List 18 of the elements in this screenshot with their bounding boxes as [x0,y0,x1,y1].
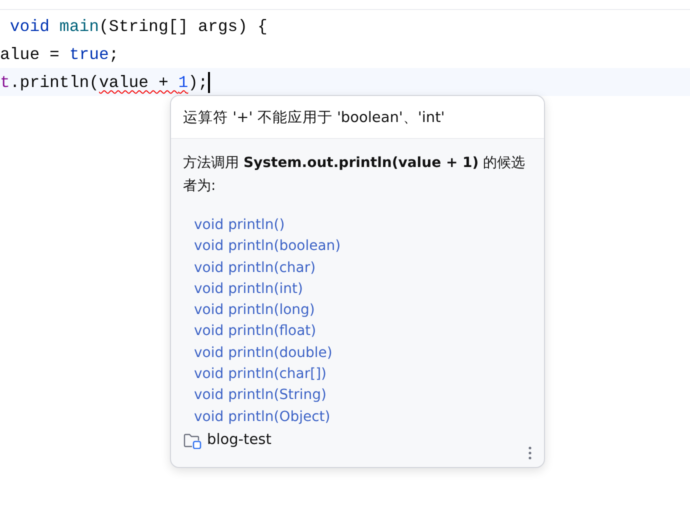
candidate-link[interactable]: void println(Object) [183,406,330,428]
code-line: void main(String[] args) { [8,16,268,36]
candidates-description: 方法调用 System.out.println(value + 1) 的候选者为: [183,154,526,196]
module-folder-icon [183,432,202,449]
error-message: 运算符 '+' 不能应用于 'boolean'、'int' [171,96,544,139]
candidate-link[interactable]: void println(double) [183,342,332,364]
more-options-icon[interactable] [528,446,532,460]
module-name: blog-test [207,432,272,448]
candidate-link[interactable]: void println(boolean) [183,236,341,258]
candidate-link[interactable]: void println(float) [183,321,316,343]
code-line: alue = true; [0,44,119,64]
candidate-link[interactable]: void println() [183,215,285,236]
candidate-link[interactable]: void println(String) [183,385,326,407]
candidate-link[interactable]: void println(long) [183,300,315,322]
candidate-link[interactable]: void println(char) [183,258,316,279]
candidate-link[interactable]: void println(char[]) [183,364,326,386]
code-line: t.println(value + 1); [0,72,208,92]
candidate-link[interactable]: void println(int) [183,278,303,300]
